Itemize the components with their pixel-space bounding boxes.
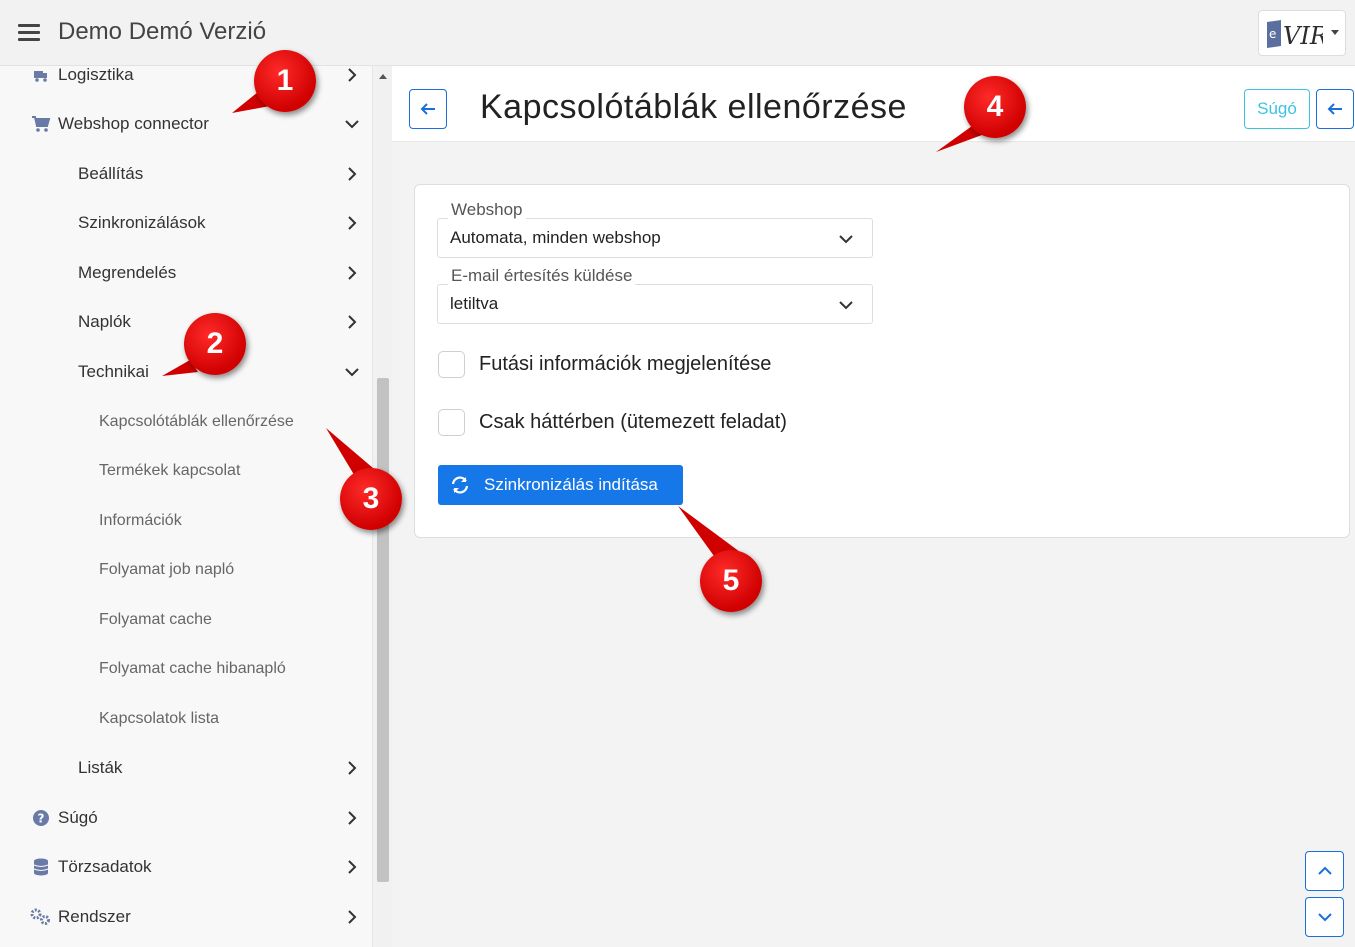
help-button[interactable]: Súgó	[1244, 89, 1310, 129]
sidebar-item-label: Technikai	[78, 362, 149, 381]
sidebar-item-label: Webshop connector	[58, 114, 209, 133]
truck-icon	[30, 66, 52, 86]
run-info-checkbox-label: Futási információk megjelenítése	[479, 353, 772, 375]
help-circle-icon: ?	[30, 807, 52, 829]
sidebar-item-technikai[interactable]: Technikai	[78, 352, 149, 392]
sidebar-item-label: Súgó	[58, 808, 98, 827]
chevron-right-icon	[348, 761, 357, 775]
chevron-down-icon	[1317, 913, 1332, 922]
chevron-right-icon	[348, 811, 357, 825]
email-select-value: letiltva	[450, 294, 499, 313]
sidebar-item-torzsadatok[interactable]: Törzsadatok	[30, 847, 152, 887]
svg-text:e: e	[1269, 27, 1276, 41]
run-info-checkbox[interactable]	[438, 351, 465, 378]
background-only-checkbox-row[interactable]: Csak háttérben (ütemezett feladat)	[438, 409, 787, 436]
chevron-down-icon	[839, 301, 853, 310]
sidebar-item-label: Folyamat cache hibanapló	[99, 660, 286, 677]
sidebar-item-logisztika[interactable]: Logisztika	[30, 66, 134, 95]
run-info-checkbox-row[interactable]: Futási információk megjelenítése	[438, 351, 771, 378]
webshop-label: Webshop	[448, 200, 526, 220]
webshop-select-value: Automata, minden webshop	[450, 228, 661, 247]
chevron-up-icon	[1317, 866, 1332, 875]
background-only-checkbox[interactable]	[438, 409, 465, 436]
sidebar-item-label: Szinkronizálások	[78, 213, 206, 232]
sidebar-item-label: Információk	[99, 512, 182, 529]
app-title: Demo Demó Verzió	[58, 18, 267, 45]
scroll-to-top-button[interactable]	[1305, 851, 1344, 891]
logo-icon: e VIR	[1267, 20, 1323, 50]
page-title: Kapcsolótáblák ellenőrzése	[480, 88, 907, 126]
webshop-select[interactable]: Automata, minden webshop	[437, 218, 873, 258]
sidebar-item-kapcsolotablak-ellenorzese[interactable]: Kapcsolótáblák ellenőrzése	[99, 402, 294, 442]
sidebar-item-rendszer[interactable]: Rendszer	[30, 897, 131, 937]
callout-badge-1: 1	[254, 50, 316, 112]
database-icon	[30, 856, 52, 878]
sidebar-item-label: Beállítás	[78, 164, 144, 183]
start-sync-button[interactable]: Szinkronizálás indítása	[438, 465, 683, 505]
sidebar-item-folyamat-job-naplo[interactable]: Folyamat job napló	[99, 550, 234, 590]
sidebar-item-label: Folyamat cache	[99, 611, 212, 628]
chevron-right-icon	[348, 266, 357, 280]
email-notification-label: E-mail értesítés küldése	[448, 266, 636, 286]
sidebar-item-label: Rendszer	[58, 907, 131, 926]
svg-text:?: ?	[38, 812, 45, 826]
sidebar-item-sugo[interactable]: ? Súgó	[30, 798, 98, 838]
sidebar-item-naplok[interactable]: Naplók	[78, 302, 131, 342]
hamburger-menu-icon[interactable]	[18, 24, 40, 42]
chevron-down-icon	[345, 120, 359, 129]
sidebar-item-listak[interactable]: Listák	[78, 748, 122, 788]
chevron-right-icon	[348, 315, 357, 329]
sidebar-item-termekek-kapcsolat[interactable]: Termékek kapcsolat	[99, 451, 240, 491]
svg-text:VIR: VIR	[1283, 22, 1323, 50]
sidebar-item-folyamat-cache[interactable]: Folyamat cache	[99, 600, 212, 640]
chevron-right-icon	[348, 167, 357, 181]
sidebar-item-label: Kapcsolótáblák ellenőrzése	[99, 413, 294, 430]
scroll-up-arrow-icon[interactable]	[379, 74, 387, 79]
scrollbar-thumb[interactable]	[377, 378, 389, 882]
chevron-right-icon	[348, 68, 357, 82]
top-bar: Demo Demó Verzió e VIR	[0, 0, 1355, 66]
sidebar-item-informaciok[interactable]: Információk	[99, 501, 182, 541]
sidebar: Logisztika Webshop connector Beállítás S…	[0, 66, 372, 947]
sidebar-item-label: Folyamat job napló	[99, 561, 235, 578]
chevron-right-icon	[348, 910, 357, 924]
back-button[interactable]	[409, 89, 447, 129]
sidebar-item-label: Naplók	[78, 312, 131, 331]
chevron-right-icon	[348, 216, 357, 230]
chevron-right-icon	[348, 860, 357, 874]
background-only-checkbox-label: Csak háttérben (ütemezett feladat)	[479, 411, 787, 433]
callout-badge-2: 2	[184, 313, 246, 375]
logo-dropdown[interactable]: e VIR	[1258, 10, 1346, 56]
callout-badge-5: 5	[700, 550, 762, 612]
cart-icon	[30, 113, 52, 135]
arrow-left-icon	[420, 103, 435, 115]
scroll-to-bottom-button[interactable]	[1305, 897, 1344, 937]
arrow-left-icon	[1327, 103, 1342, 115]
sidebar-item-label: Törzsadatok	[58, 857, 152, 876]
sidebar-item-label: Megrendelés	[78, 263, 177, 282]
callout-badge-4: 4	[964, 76, 1026, 138]
sidebar-item-webshop-connector[interactable]: Webshop connector	[30, 104, 209, 144]
sidebar-item-kapcsolatok-lista[interactable]: Kapcsolatok lista	[99, 699, 219, 739]
chevron-down-icon	[839, 235, 853, 244]
start-sync-button-label: Szinkronizálás indítása	[484, 475, 658, 494]
gears-icon	[30, 906, 52, 928]
chevron-down-icon	[345, 368, 359, 377]
sidebar-item-label: Termékek kapcsolat	[99, 462, 241, 479]
sidebar-item-label: Kapcsolatok lista	[99, 710, 220, 727]
sidebar-item-szinkronizalasok[interactable]: Szinkronizálások	[78, 203, 206, 243]
sidebar-item-label: Logisztika	[58, 66, 134, 84]
sync-icon	[451, 476, 469, 494]
sidebar-item-folyamat-cache-hibanaplo[interactable]: Folyamat cache hibanapló	[99, 649, 286, 689]
sidebar-item-megrendeles[interactable]: Megrendelés	[78, 253, 176, 293]
sidebar-item-label: Listák	[78, 758, 123, 777]
caret-down-icon	[1331, 30, 1339, 35]
callout-badge-3: 3	[340, 468, 402, 530]
email-notification-select[interactable]: letiltva	[437, 284, 873, 324]
sidebar-item-beallitas[interactable]: Beállítás	[78, 154, 143, 194]
back-button-right[interactable]	[1316, 89, 1354, 129]
